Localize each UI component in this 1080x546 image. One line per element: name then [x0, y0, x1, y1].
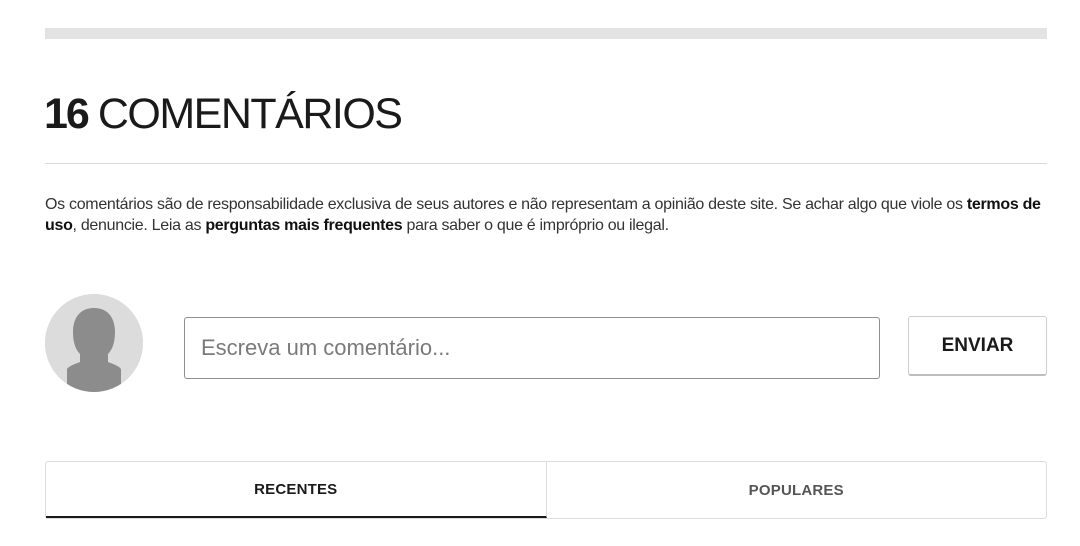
heading-divider [45, 163, 1047, 164]
comments-heading: 16 COMENTÁRIOS [44, 86, 403, 142]
disclaimer-text: Os comentários são de responsabilidade e… [45, 196, 967, 213]
user-silhouette-icon [45, 294, 143, 392]
faq-link[interactable]: perguntas mais frequentes [205, 217, 402, 234]
send-button[interactable]: ENVIAR [908, 316, 1047, 376]
user-avatar [45, 294, 143, 392]
disclaimer-text: para saber o que é impróprio ou ilegal. [402, 217, 669, 234]
comments-title: COMENTÁRIOS [97, 90, 403, 138]
sort-tabs: RECENTES POPULARES [45, 461, 1047, 519]
comment-count: 16 [44, 90, 90, 138]
tab-populares[interactable]: POPULARES [547, 462, 1047, 518]
tab-recentes[interactable]: RECENTES [46, 462, 547, 518]
disclaimer-text: , denuncie. Leia as [72, 217, 206, 234]
comment-input[interactable] [184, 317, 880, 379]
top-divider-bar [45, 28, 1047, 39]
comments-disclaimer: Os comentários são de responsabilidade e… [45, 194, 1045, 236]
